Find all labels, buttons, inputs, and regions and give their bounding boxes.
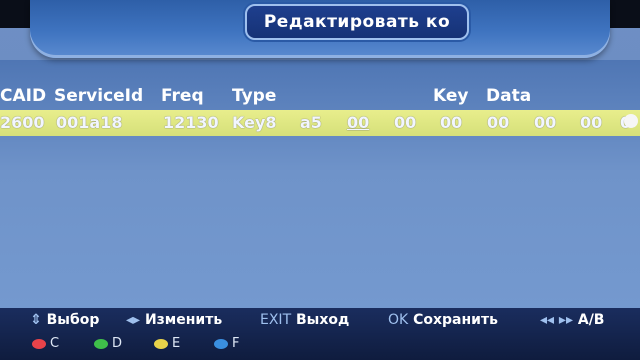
header-serviceid: ServiceId xyxy=(54,86,144,106)
title-frame: Редактировать ко xyxy=(30,0,610,58)
color-label-c: C xyxy=(50,336,60,351)
scroll-indicator-icon xyxy=(624,114,638,128)
osd-screen: Редактировать ко CAID ServiceId Freq Typ… xyxy=(0,0,640,360)
up-down-arrow-icon: ⇕ xyxy=(30,312,42,328)
key-byte-6[interactable]: 00 xyxy=(580,113,602,132)
selected-key-row[interactable]: 2600 001a18 12130 Key8 a5 00 00 00 00 00… xyxy=(0,110,640,136)
header-freq: Freq xyxy=(161,86,204,106)
key-byte-5[interactable]: 00 xyxy=(534,113,556,132)
key-byte-2[interactable]: 00 xyxy=(394,113,416,132)
green-button-icon xyxy=(94,338,108,349)
title-box: Редактировать ко xyxy=(245,4,469,40)
color-label-f: F xyxy=(232,336,240,351)
cell-freq: 12130 xyxy=(163,113,219,132)
color-button-c[interactable]: C xyxy=(32,336,59,351)
header-type: Type xyxy=(232,86,277,106)
color-button-f[interactable]: F xyxy=(214,336,239,351)
ok-key: OK xyxy=(388,312,409,328)
color-button-d[interactable]: D xyxy=(94,336,122,351)
rewind-forward-icon: ◂◂ ▸▸ xyxy=(540,312,573,328)
exit-key: EXIT xyxy=(260,312,292,328)
help-select: Выбор xyxy=(46,312,100,328)
help-exit: Выход xyxy=(296,312,350,328)
color-button-e[interactable]: E xyxy=(154,336,180,351)
header-key: Key xyxy=(433,86,469,106)
red-button-icon xyxy=(32,338,46,349)
key-byte-4[interactable]: 00 xyxy=(487,113,509,132)
cell-serviceid: 001a18 xyxy=(56,113,123,132)
help-edit: Изменить xyxy=(144,312,223,328)
key-byte-1-cursor[interactable]: 00 xyxy=(347,113,369,132)
left-right-arrow-icon: ◂▸ xyxy=(126,312,141,328)
header-data: Data xyxy=(486,86,532,106)
cell-caid: 2600 xyxy=(0,113,45,132)
table-header: CAID ServiceId Freq Type Key Data xyxy=(0,86,640,108)
blue-button-icon xyxy=(214,338,228,349)
color-button-row: C D E F xyxy=(0,336,640,354)
help-ab: A/B xyxy=(577,312,605,328)
window-title: Редактировать ко xyxy=(263,12,451,32)
header-caid: CAID xyxy=(0,86,47,106)
cell-index: a5 xyxy=(300,113,322,132)
help-row: ⇕ Выбор ◂▸ Изменить EXIT Выход OK Сохран… xyxy=(0,312,640,332)
color-label-d: D xyxy=(112,336,123,351)
yellow-button-icon xyxy=(154,338,168,349)
cell-type: Key8 xyxy=(232,113,277,132)
color-label-e: E xyxy=(172,336,181,351)
help-save: Сохранить xyxy=(413,312,498,328)
key-byte-3[interactable]: 00 xyxy=(440,113,462,132)
